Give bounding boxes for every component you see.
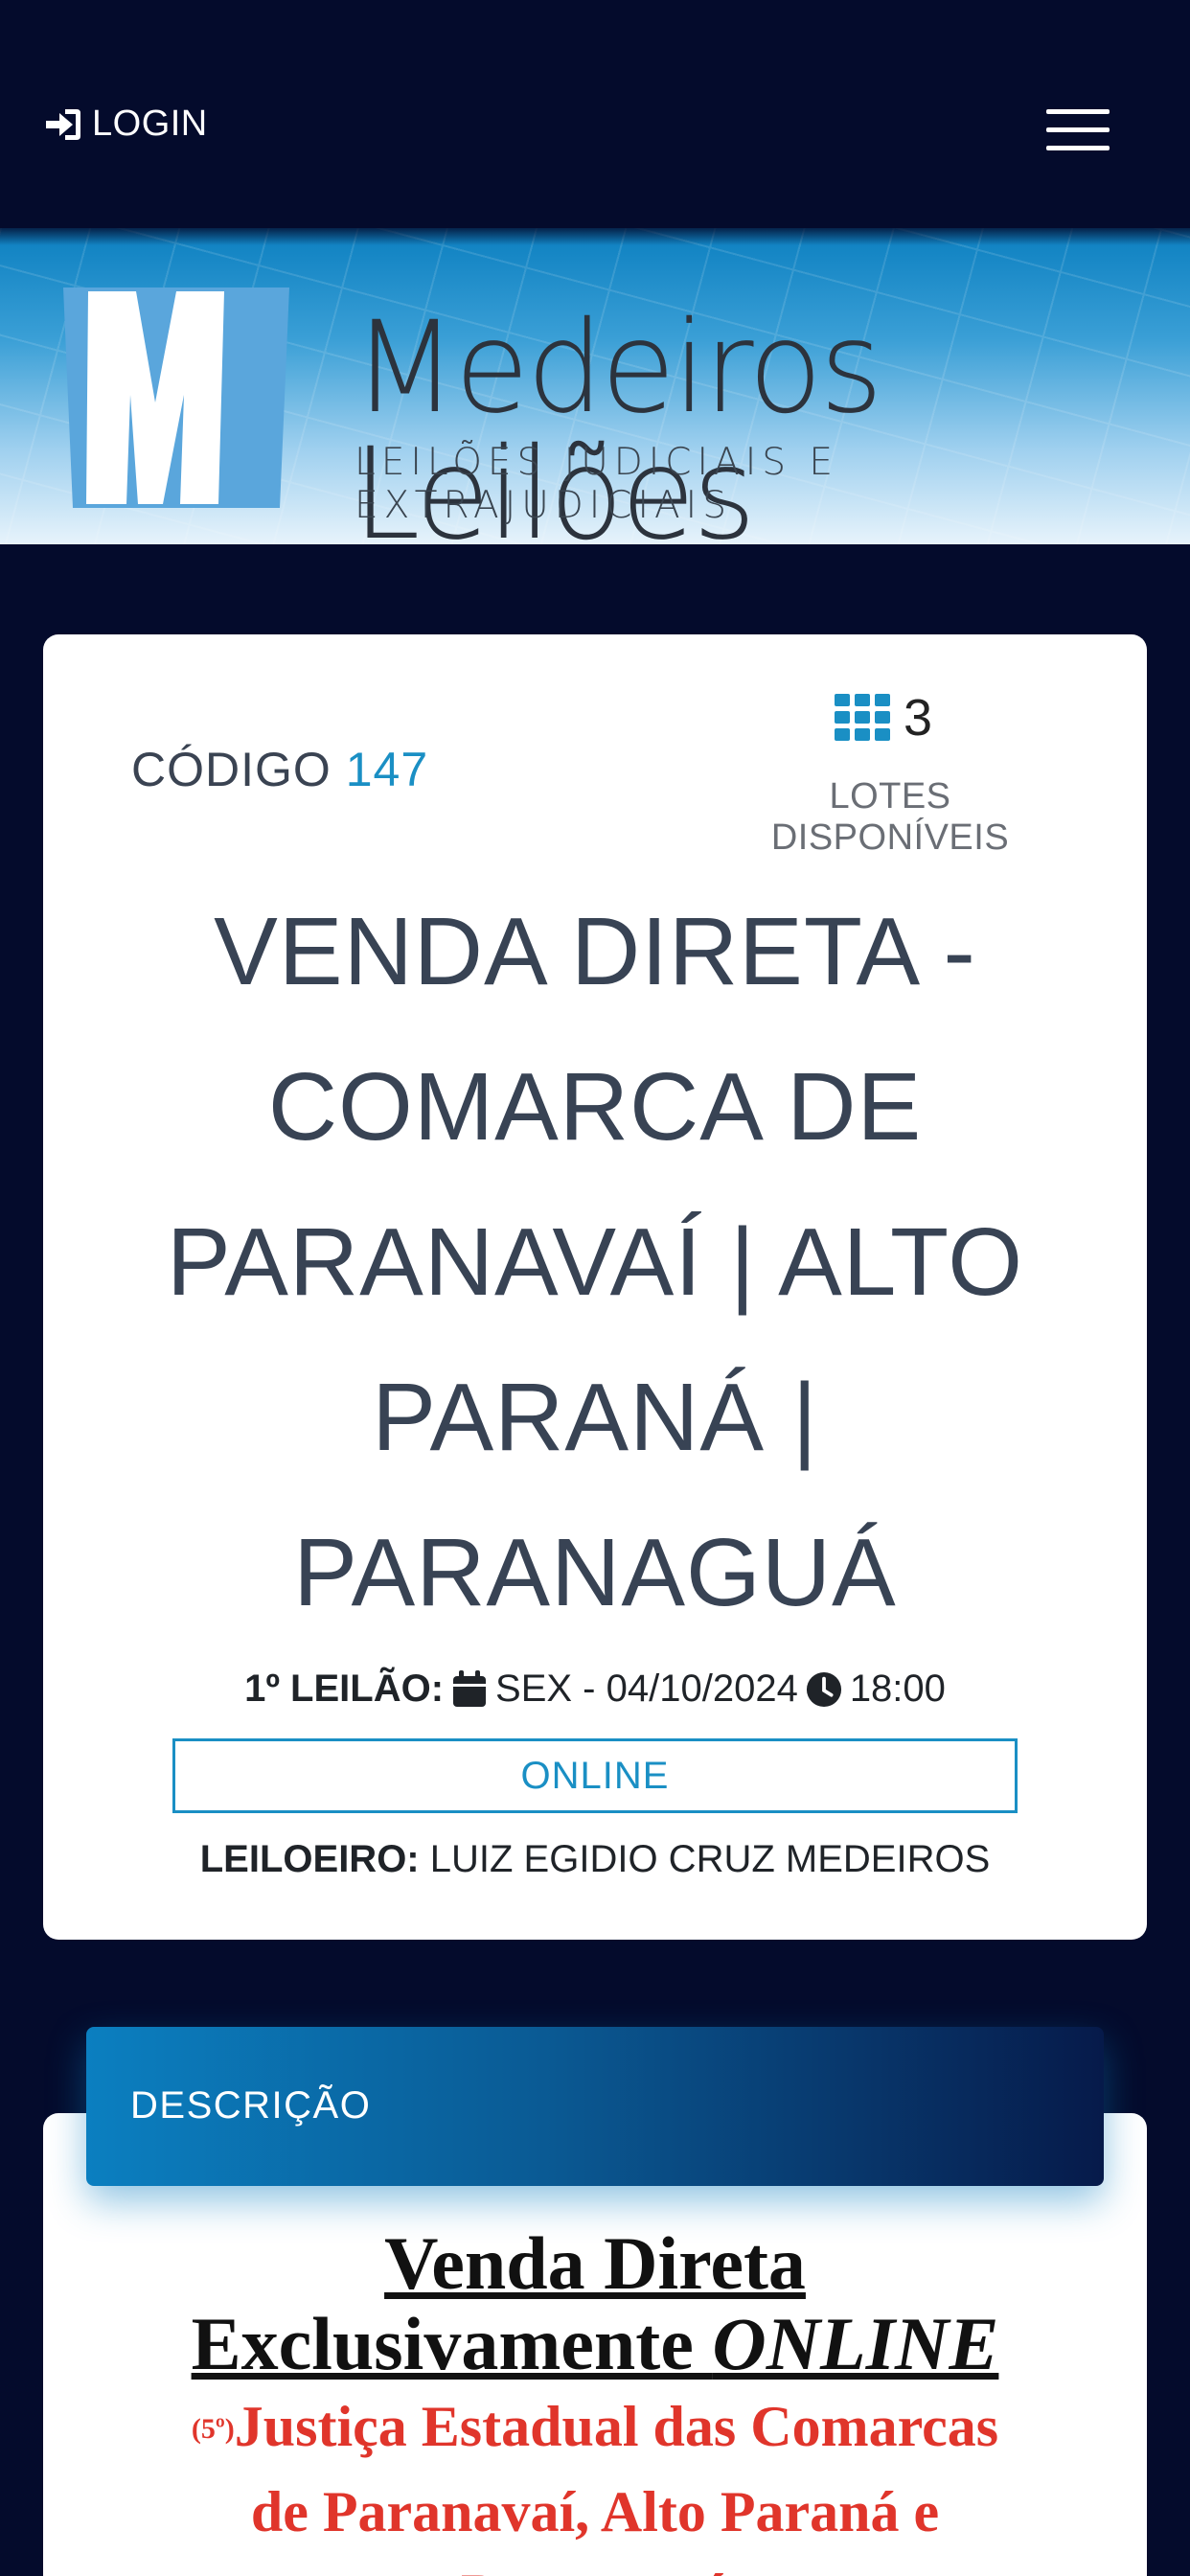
login-label: LOGIN: [92, 104, 208, 144]
first-auction-time: 18:00: [849, 1668, 946, 1710]
description-superscript: (5º): [191, 2413, 235, 2445]
auction-title-line: VENDA DIRETA -: [214, 898, 976, 1005]
medeiros-logo-icon: [63, 288, 289, 508]
description-body: Venda Direta Exclusivamente ONLINE (5º)J…: [77, 2223, 1113, 2576]
lots-count: 3: [835, 688, 932, 748]
grid-icon: [835, 694, 890, 741]
brand-tagline: LEILÕES JUDICIAIS E EXTRAJUDICIAIS: [355, 441, 838, 527]
lots-available-label: LOTES DISPONÍVEIS: [770, 776, 1010, 858]
auction-title-line: COMARCA DE: [267, 1053, 923, 1161]
auction-code-label: CÓDIGO: [131, 743, 332, 796]
auction-code-value: 147: [345, 743, 429, 796]
auction-title[interactable]: VENDA DIRETA - COMARCA DE PARANAVAÍ | AL…: [101, 874, 1089, 1650]
login-link[interactable]: LOGIN: [42, 104, 208, 145]
lots-count-value: 3: [904, 689, 933, 747]
top-navbar: LOGIN: [0, 0, 1190, 228]
first-auction-date: SEX - 04/10/2024: [495, 1668, 798, 1710]
hamburger-menu-icon[interactable]: [1046, 109, 1110, 151]
clock-icon: [806, 1671, 841, 1707]
auction-code: CÓDIGO 147: [131, 742, 428, 797]
description-tab-label: DESCRIÇÃO: [130, 2084, 372, 2127]
auction-title-line: PARANAGUÁ: [293, 1519, 897, 1626]
auction-card[interactable]: CÓDIGO 147 3 LOTES DISPONÍVEIS VENDA DIR…: [43, 634, 1147, 1940]
sign-in-icon: [46, 108, 80, 140]
description-heading-line: Exclusivamente ONLINE: [191, 2302, 999, 2385]
description-red-line: de Paranavaí, Alto Paraná e: [250, 2480, 940, 2543]
description-tab[interactable]: DESCRIÇÃO: [86, 2027, 1104, 2186]
auction-title-line: PARANÁ |: [372, 1364, 818, 1471]
brand-banner: Medeiros Leilões LEILÕES JUDICIAIS E EXT…: [0, 228, 1190, 544]
first-auction-label: 1º LEILÃO:: [244, 1668, 445, 1710]
description-online-italic: ONLINE: [712, 2302, 999, 2385]
description-red-line: (5º)Justiça Estadual das Comarcas: [191, 2395, 999, 2458]
online-badge: ONLINE: [172, 1738, 1018, 1813]
description-heading-line: Venda Direta: [384, 2221, 806, 2305]
auctioneer-name: LUIZ EGIDIO CRUZ MEDEIROS: [429, 1838, 991, 1880]
first-auction-info: 1º LEILÃO: SEX - 04/10/2024 18:00: [43, 1668, 1147, 1711]
auction-title-line: PARANAVAÍ | ALTO: [166, 1208, 1024, 1316]
description-red-line: Paranaguá: [77, 2554, 1113, 2576]
auctioneer-info: LEILOEIRO: LUIZ EGIDIO CRUZ MEDEIROS: [43, 1838, 1147, 1881]
auctioneer-label: LEILOEIRO:: [199, 1838, 420, 1880]
calendar-icon: [453, 1669, 487, 1707]
